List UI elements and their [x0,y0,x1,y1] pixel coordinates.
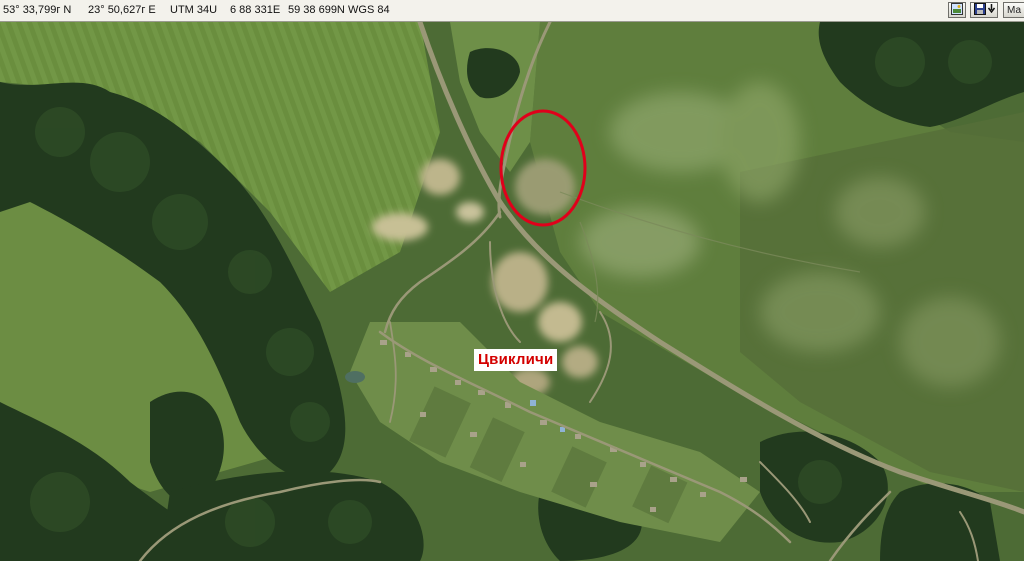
image-view-button[interactable] [948,2,966,18]
save-dropdown-button[interactable] [970,2,998,18]
utm-zone-readout: UTM 34U [170,4,218,16]
save-icon [973,2,986,18]
easting-readout: 6 88 331E [230,4,281,16]
datum-readout: WGS 84 [348,4,390,16]
highlight-ellipse [499,109,587,227]
latitude-readout: 53° 33,799г N [3,4,72,16]
northing-readout: 59 38 699N [288,4,345,16]
place-label: Цвикличи [474,349,558,371]
map-button-label: Ма [1007,4,1022,16]
map-button[interactable]: Ма [1003,2,1024,18]
marker-overlay [499,109,587,227]
coordinate-status-bar: 53° 33,799г N 23° 50,627г E UTM 34U 6 88… [0,0,1024,22]
longitude-readout: 23° 50,627г E [88,4,156,16]
satellite-map[interactable]: Цвикличи [0,22,1024,561]
image-icon [951,2,963,18]
arrow-down-icon [987,4,995,16]
